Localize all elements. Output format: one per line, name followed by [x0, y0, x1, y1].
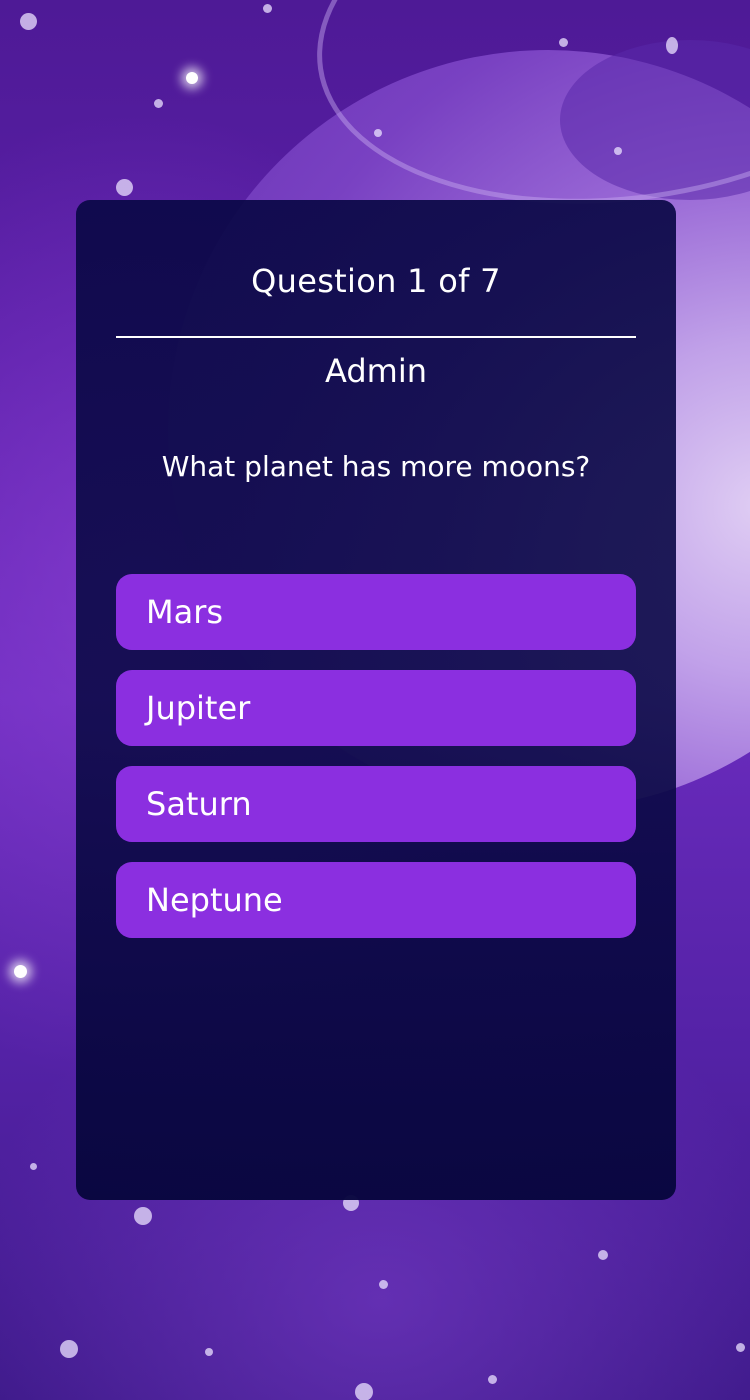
- answer-button-mars[interactable]: Mars: [116, 574, 636, 650]
- divider: [116, 336, 636, 338]
- answer-button-saturn[interactable]: Saturn: [116, 766, 636, 842]
- star: [263, 4, 272, 13]
- star: [598, 1250, 608, 1260]
- answer-label: Jupiter: [146, 689, 251, 727]
- star: [379, 1280, 388, 1289]
- star: [355, 1383, 373, 1400]
- star: [116, 179, 133, 196]
- star: [559, 38, 568, 47]
- star: [60, 1340, 78, 1358]
- star: [488, 1375, 497, 1384]
- star: [374, 129, 382, 137]
- quiz-page: Question 1 of 7 Admin What planet has mo…: [0, 0, 750, 1400]
- star: [30, 1163, 37, 1170]
- star: [154, 99, 163, 108]
- star: [614, 147, 622, 155]
- star: [20, 13, 37, 30]
- answer-label: Neptune: [146, 881, 283, 919]
- star: [666, 37, 678, 54]
- answer-button-neptune[interactable]: Neptune: [116, 862, 636, 938]
- question-author: Admin: [325, 352, 427, 390]
- question-text: What planet has more moons?: [161, 450, 591, 483]
- star: [186, 72, 198, 84]
- star: [134, 1207, 152, 1225]
- star: [14, 965, 27, 978]
- quiz-card: Question 1 of 7 Admin What planet has mo…: [76, 200, 676, 1200]
- question-progress: Question 1 of 7: [251, 262, 501, 300]
- star: [205, 1348, 213, 1356]
- star: [736, 1343, 745, 1352]
- answer-label: Saturn: [146, 785, 252, 823]
- answer-button-jupiter[interactable]: Jupiter: [116, 670, 636, 746]
- answer-list: Mars Jupiter Saturn Neptune: [116, 574, 636, 958]
- answer-label: Mars: [146, 593, 224, 631]
